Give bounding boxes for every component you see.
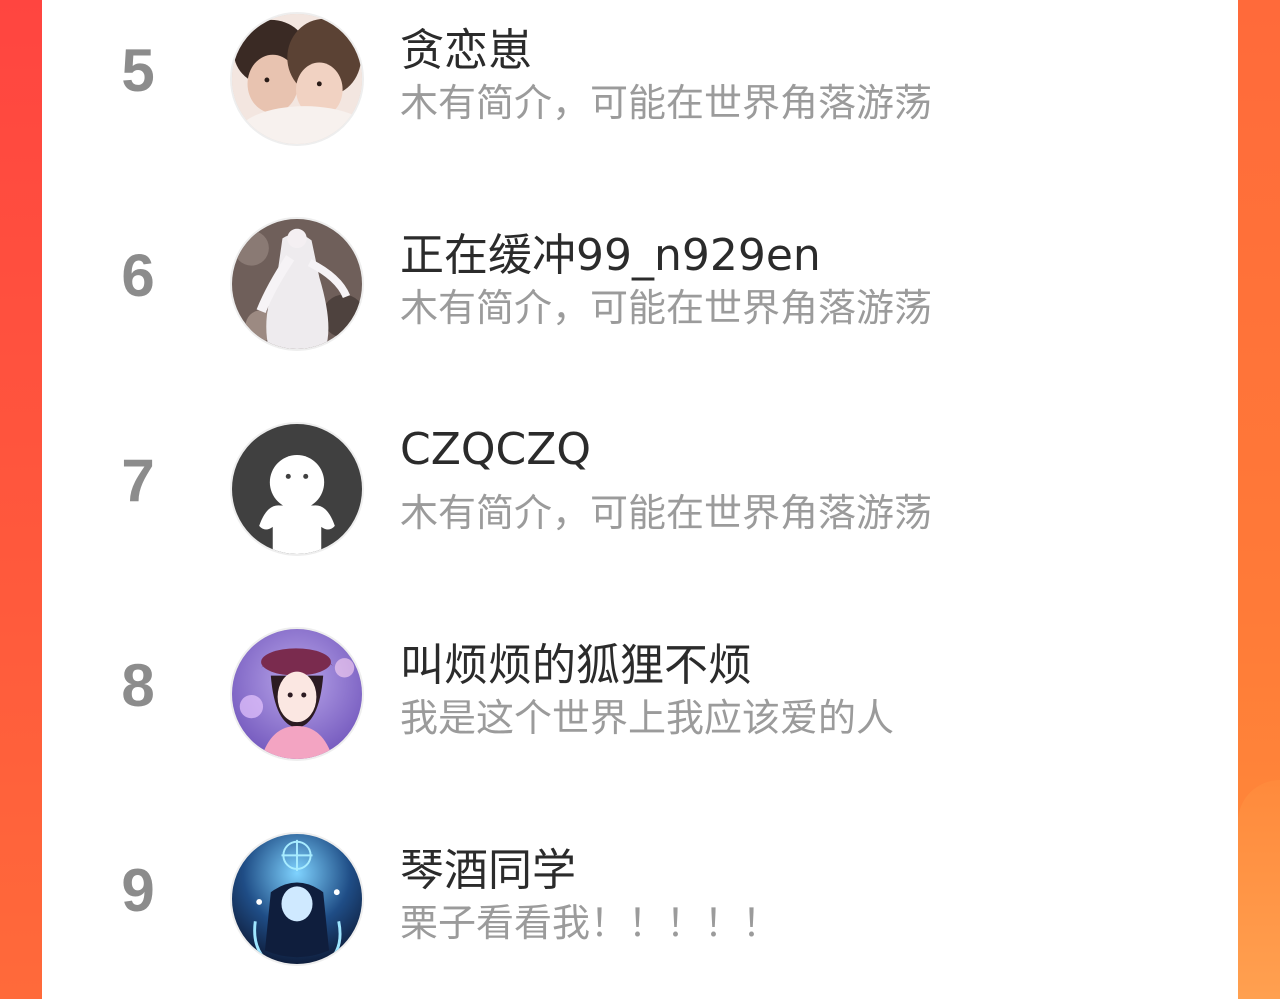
list-item[interactable]: 7 CZQCZQ 木有简介，可能在世界角落游荡 (42, 410, 1238, 615)
couple-photo-avatar-icon[interactable] (230, 12, 364, 146)
rank-number: 9 (121, 857, 155, 924)
rank-number: 5 (121, 37, 155, 104)
list-item[interactable]: 9 琴酒同学 栗子看看我！！！！！ (42, 820, 1238, 999)
user-bio: 我是这个世界上我应该爱的人 (400, 696, 895, 740)
user-name[interactable]: CZQCZQ (400, 424, 591, 475)
rank-number: 7 (121, 447, 155, 514)
anime-girl-avatar-icon[interactable] (230, 627, 364, 761)
user-name[interactable]: 叫烦烦的狐狸不烦 (400, 629, 752, 693)
user-name[interactable]: 正在缓冲99_n929en (400, 219, 821, 283)
rank-number: 6 (121, 242, 155, 309)
list-item[interactable]: 5 贪恋崽 木有简介，可能在世界角落游荡 (42, 0, 1238, 205)
background-edge-right (1238, 0, 1280, 999)
user-name[interactable]: 贪恋崽 (400, 14, 532, 78)
user-bio: 木有简介，可能在世界角落游荡 (400, 286, 933, 330)
dark-anime-avatar-icon[interactable] (230, 832, 364, 966)
list-item[interactable]: 8 叫烦烦的狐狸不烦 我是这个世界上我应该爱的人 (42, 615, 1238, 820)
background-edge-left (0, 0, 42, 999)
user-bio: 木有简介，可能在世界角落游荡 (400, 491, 933, 535)
user-name[interactable]: 琴酒同学 (400, 834, 576, 898)
rank-number: 8 (121, 652, 155, 719)
list-item[interactable]: 6 正在缓冲99_n929en 木有简介，可能在世界角落游荡 (42, 205, 1238, 410)
white-dress-photo-avatar-icon[interactable] (230, 217, 364, 351)
ranking-list: 5 贪恋崽 木有简介，可能在世界角落游荡 6 正在缓冲99_n929en 木有简… (42, 0, 1238, 999)
user-bio: 木有简介，可能在世界角落游荡 (400, 81, 933, 125)
default-ghost-avatar-icon[interactable] (230, 422, 364, 556)
user-bio: 栗子看看我！！！！！ (400, 901, 781, 945)
